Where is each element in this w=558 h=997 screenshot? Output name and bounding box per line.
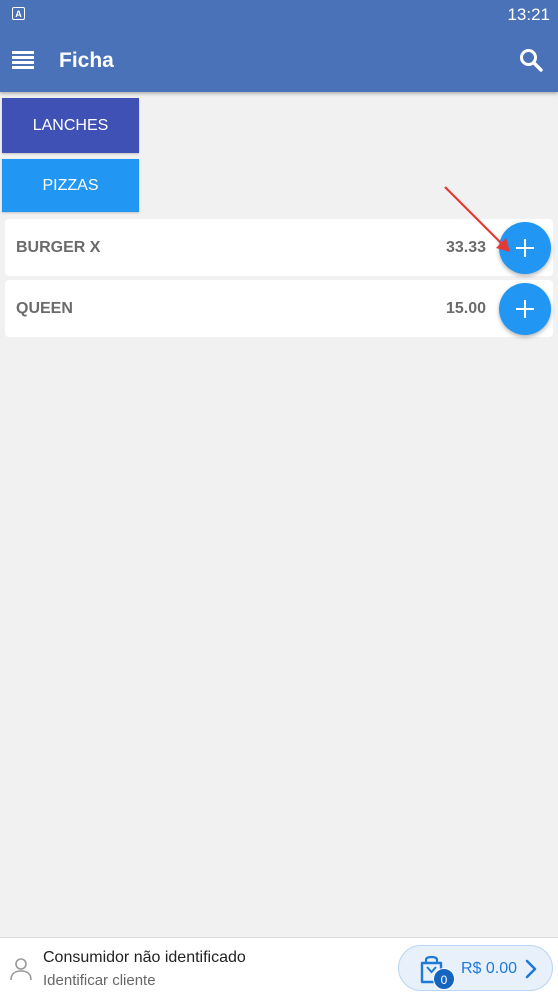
bottom-bar: Consumidor não identificado Identificar … (0, 937, 558, 997)
cart-button[interactable]: 0 R$ 0.00 (398, 945, 553, 991)
product-row[interactable]: QUEEN 15.00 (5, 280, 553, 337)
product-row[interactable]: BURGER X 33.33 (5, 219, 553, 276)
search-icon[interactable] (518, 47, 544, 73)
product-price: 33.33 (445, 239, 486, 256)
add-product-button[interactable] (499, 222, 551, 274)
notification-app-icon: A (12, 7, 25, 20)
category-lanches-button[interactable]: LANCHES (2, 98, 139, 153)
product-price: 15.00 (445, 300, 486, 317)
status-bar: A 13:21 (0, 0, 558, 29)
customer-name[interactable]: Consumidor não identificado (43, 949, 246, 967)
product-name: QUEEN (16, 300, 73, 317)
person-icon[interactable] (8, 956, 34, 982)
identify-customer-link[interactable]: Identificar cliente (43, 972, 156, 989)
menu-icon[interactable] (12, 51, 34, 69)
cart-count-badge: 0 (433, 968, 455, 990)
cart-total: R$ 0.00 (461, 960, 518, 977)
add-product-button[interactable] (499, 283, 551, 335)
status-time: 13:21 (507, 5, 550, 24)
page-title: Ficha (59, 49, 114, 72)
app-bar: Ficha (0, 29, 558, 92)
category-pizzas-button[interactable]: PIZZAS (2, 159, 139, 212)
product-name: BURGER X (16, 239, 101, 256)
chevron-right-icon (525, 959, 537, 979)
